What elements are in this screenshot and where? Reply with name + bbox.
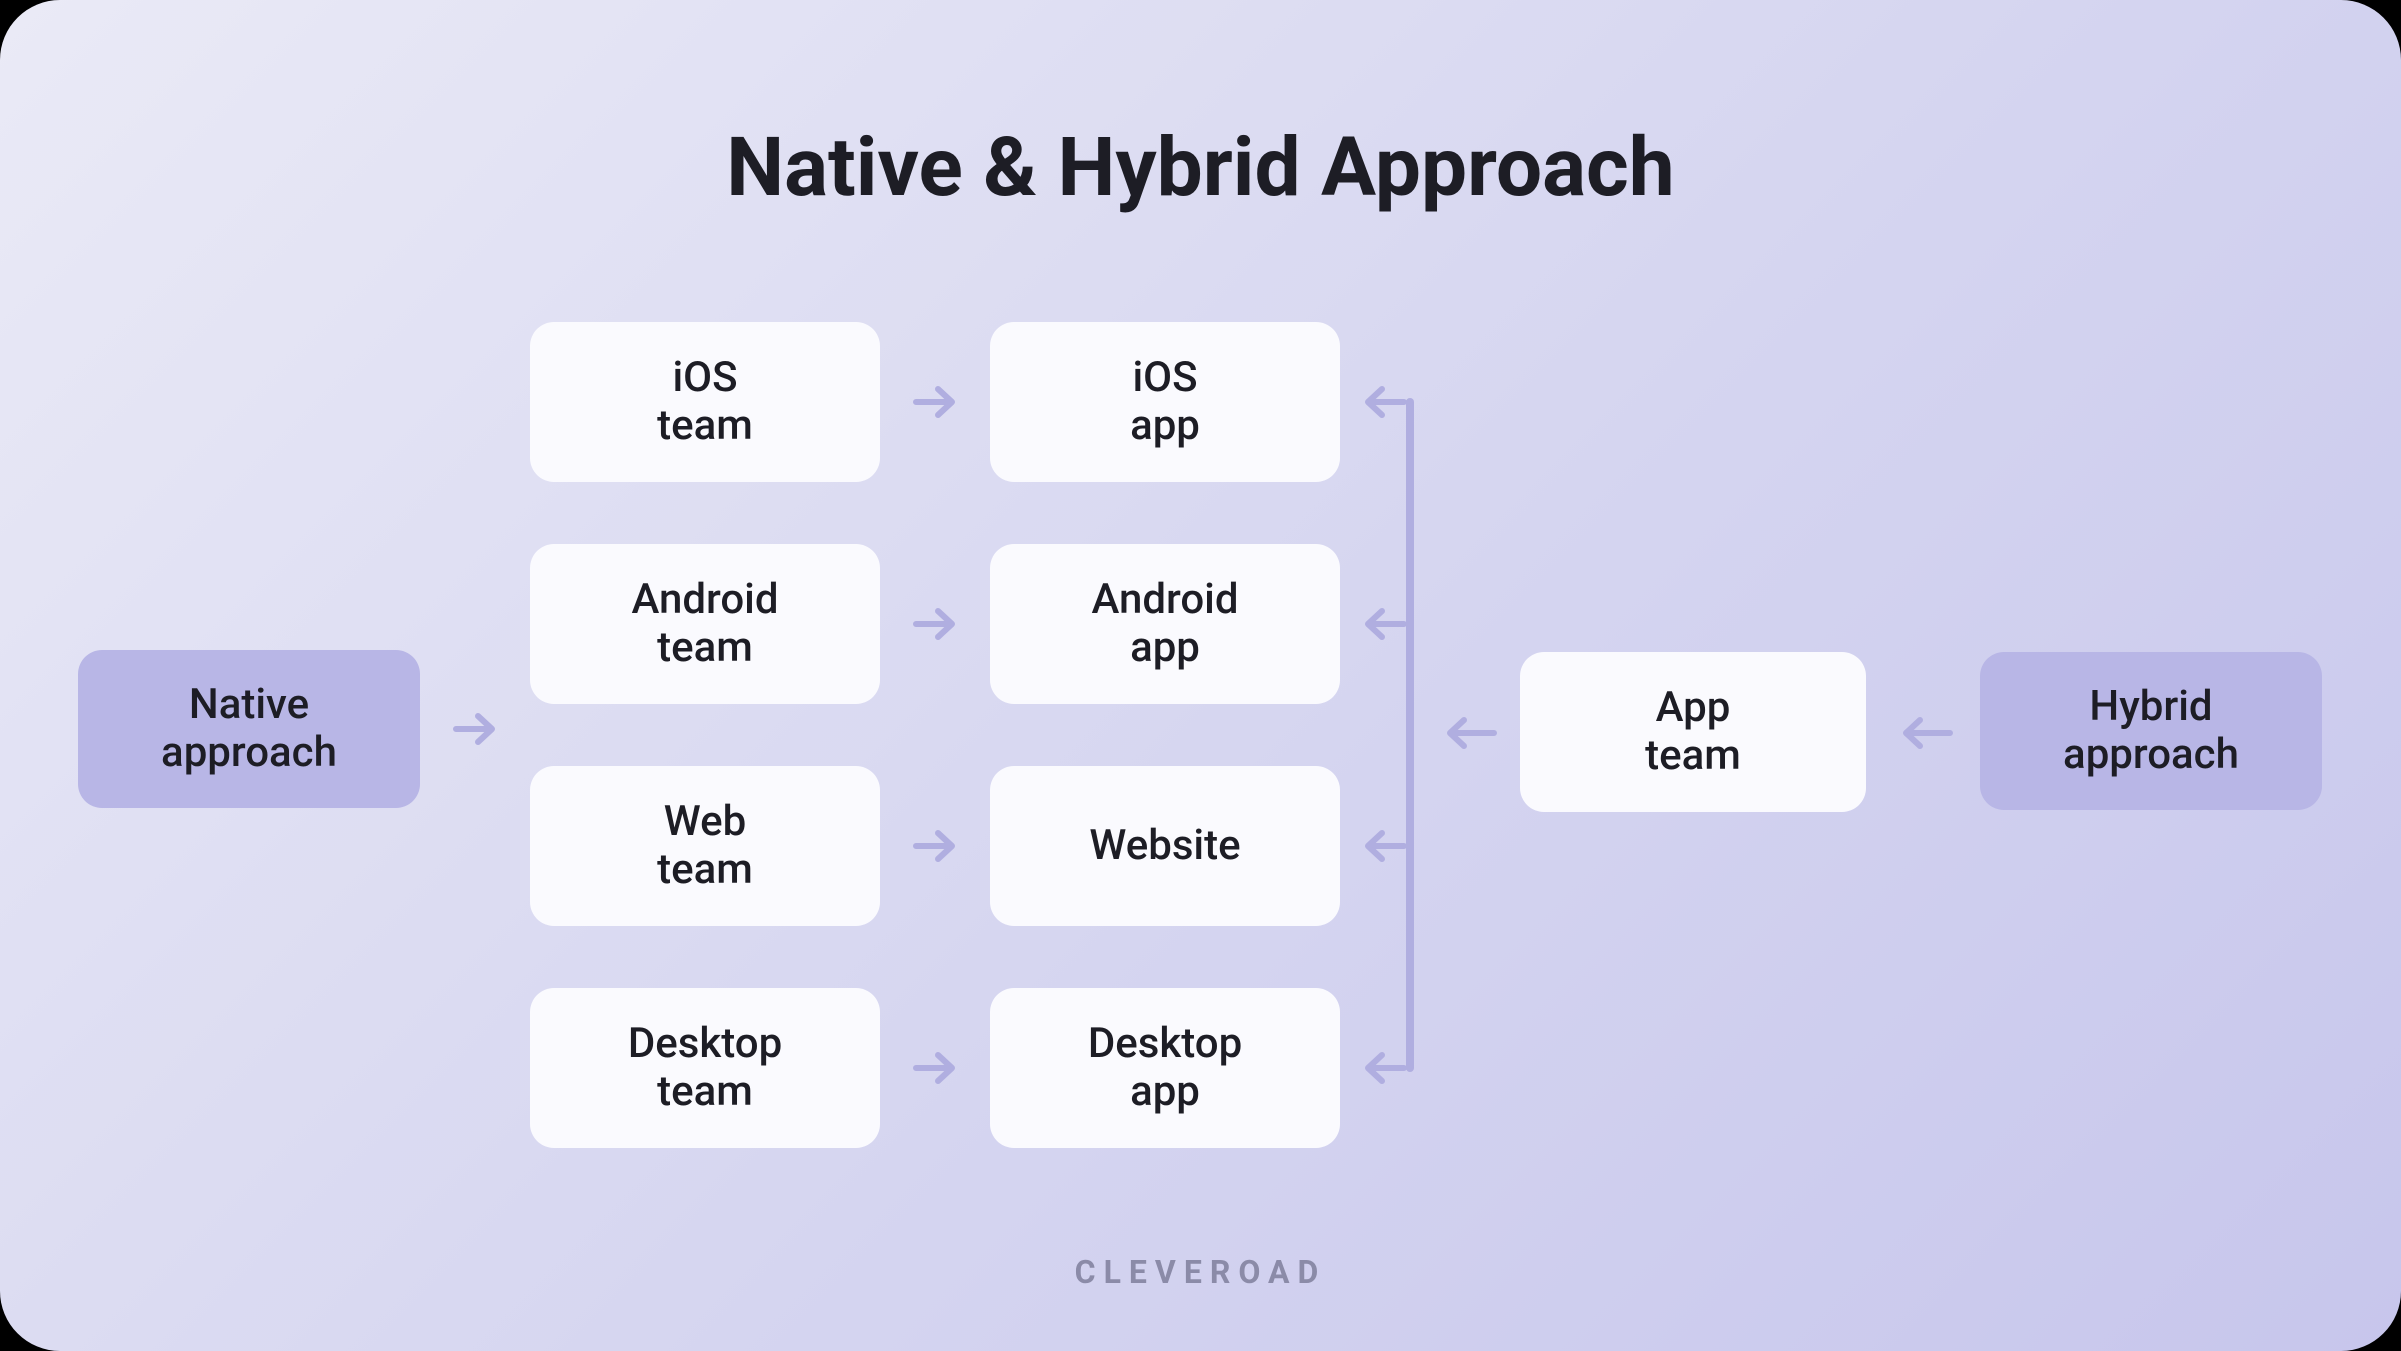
output-box-web: Website (990, 766, 1340, 926)
diagram-canvas: Native & Hybrid Approach Nativeapproach … (0, 0, 2401, 1351)
connector-vertical-line (1406, 398, 1414, 1072)
arrow-left-icon (1360, 825, 1410, 867)
arrow-left-icon (1440, 712, 1500, 754)
diagram-title: Native & Hybrid Approach (726, 120, 1674, 216)
hybrid-team-box: Appteam (1520, 652, 1866, 812)
brand-footer: CLEVEROAD (1075, 1253, 1327, 1291)
output-box-desktop: Desktopapp (990, 988, 1340, 1148)
team-box-desktop: Desktopteam (530, 988, 880, 1148)
output-box-ios: iOSapp (990, 322, 1340, 482)
arrow-left-icon (1360, 603, 1410, 645)
arrow-left-icon (1360, 381, 1410, 423)
output-box-android: Androidapp (990, 544, 1340, 704)
arrow-right-icon (910, 825, 960, 867)
hybrid-approach-box: Hybridapproach (1980, 652, 2322, 810)
team-box-ios: iOSteam (530, 322, 880, 482)
arrow-right-icon (910, 1047, 960, 1089)
native-approach-box: Nativeapproach (78, 650, 420, 808)
arrow-right-icon (450, 708, 500, 750)
team-box-web: Webteam (530, 766, 880, 926)
arrow-left-icon (1360, 1047, 1410, 1089)
arrow-right-icon (910, 381, 960, 423)
arrow-right-icon (910, 603, 960, 645)
arrow-left-icon (1896, 712, 1956, 754)
team-box-android: Androidteam (530, 544, 880, 704)
